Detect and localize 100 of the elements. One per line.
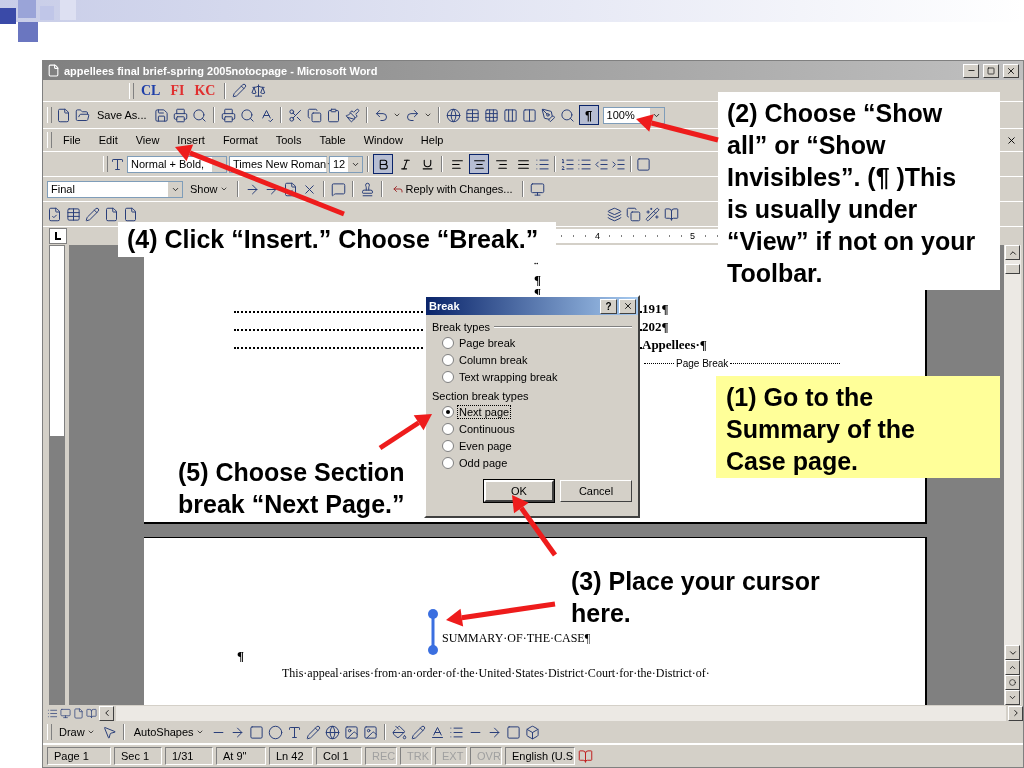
- scales-icon[interactable]: [251, 83, 267, 98]
- menu-item[interactable]: Tools: [268, 133, 309, 147]
- copy-icon[interactable]: [626, 206, 641, 222]
- printer-icon[interactable]: [172, 107, 188, 123]
- show-all-button[interactable]: ¶: [578, 105, 599, 125]
- next-page-icon[interactable]: [1005, 690, 1020, 705]
- text-box-icon[interactable]: [286, 724, 302, 740]
- display-dropdown[interactable]: Final: [47, 180, 183, 198]
- save-icon[interactable]: [153, 107, 169, 123]
- previous-change-icon[interactable]: [244, 181, 260, 197]
- table-icon[interactable]: [464, 107, 480, 123]
- browse-object-icon[interactable]: [1005, 675, 1020, 690]
- comment-icon[interactable]: [330, 181, 346, 197]
- close-icon[interactable]: [619, 298, 636, 314]
- radio-button[interactable]: [442, 423, 454, 435]
- draw-menu-button[interactable]: Draw: [56, 725, 98, 739]
- menu-item[interactable]: Table: [312, 133, 353, 147]
- outdent-icon[interactable]: [594, 156, 609, 172]
- ok-button[interactable]: OK: [484, 480, 554, 502]
- reply-with-changes-button[interactable]: Reply with Changes...: [388, 182, 516, 196]
- close-icon[interactable]: [1003, 63, 1019, 78]
- search-icon[interactable]: [191, 107, 207, 123]
- radio-button[interactable]: [442, 406, 454, 418]
- scroll-thumb[interactable]: [1005, 264, 1020, 274]
- radio-label[interactable]: Even page: [458, 440, 513, 452]
- grid-icon[interactable]: [483, 107, 499, 123]
- menu-item[interactable]: Format: [215, 133, 265, 147]
- radio-label[interactable]: Column break: [458, 354, 529, 366]
- spelling-status-icon[interactable]: [578, 748, 593, 764]
- normal-view-icon[interactable]: [47, 707, 58, 719]
- track-changes-icon[interactable]: [359, 181, 375, 197]
- arrow-style-icon[interactable]: [486, 724, 502, 740]
- indent-icon[interactable]: [611, 156, 626, 172]
- font-size-dropdown[interactable]: 12: [329, 155, 363, 173]
- show-button[interactable]: Show: [187, 182, 231, 196]
- book-icon[interactable]: [664, 206, 679, 222]
- font-dropdown[interactable]: Times New Roman: [229, 155, 327, 173]
- clipboard-icon[interactable]: [325, 107, 341, 123]
- new-document-icon[interactable]: [56, 107, 71, 123]
- font-color-icon[interactable]: [429, 724, 445, 740]
- save-as-button[interactable]: Save As...: [94, 108, 150, 122]
- scroll-track[interactable]: [116, 705, 1006, 721]
- menu-item[interactable]: Edit: [91, 133, 125, 147]
- menu-item[interactable]: View: [128, 133, 167, 147]
- reviewing-pane-icon[interactable]: [529, 181, 545, 197]
- previous-page-icon[interactable]: [1005, 660, 1020, 675]
- web-view-icon[interactable]: [60, 707, 71, 719]
- redo-icon[interactable]: [404, 107, 420, 123]
- radio-button[interactable]: [442, 371, 454, 383]
- print-view-icon[interactable]: [73, 707, 84, 719]
- line-style-icon[interactable]: [448, 724, 464, 740]
- page-icon[interactable]: [123, 206, 138, 222]
- document-map-icon[interactable]: [559, 107, 575, 123]
- tab-selector-icon[interactable]: [49, 228, 67, 244]
- pointer-icon[interactable]: [101, 724, 117, 740]
- numbered-list-icon[interactable]: [560, 156, 575, 172]
- radio-button[interactable]: [442, 457, 454, 469]
- bullet-list-icon[interactable]: [577, 156, 592, 172]
- line-spacing-icon[interactable]: [535, 156, 550, 172]
- paintbrush-icon[interactable]: [344, 107, 360, 123]
- page-icon[interactable]: [104, 206, 119, 222]
- copy-icon[interactable]: [306, 107, 322, 123]
- printer-icon[interactable]: [220, 107, 236, 123]
- radio-label[interactable]: Next page: [458, 406, 511, 418]
- menu-item[interactable]: Window: [356, 133, 410, 147]
- folder-icon[interactable]: [75, 107, 90, 123]
- border-icon[interactable]: [636, 156, 651, 172]
- menu-item[interactable]: Help: [413, 133, 451, 147]
- radio-button[interactable]: [442, 337, 454, 349]
- maximize-icon[interactable]: [983, 63, 999, 78]
- globe-icon[interactable]: [445, 107, 461, 123]
- scroll-up-icon[interactable]: [1005, 245, 1020, 260]
- radio-button[interactable]: [442, 354, 454, 366]
- oval-icon[interactable]: [267, 724, 283, 740]
- help-button[interactable]: ?: [600, 298, 617, 314]
- radio-label[interactable]: Continuous: [458, 423, 516, 435]
- undo-icon[interactable]: [373, 107, 389, 123]
- radio-label[interactable]: Page break: [458, 337, 517, 349]
- spreadsheet-icon[interactable]: [502, 107, 518, 123]
- scissors-icon[interactable]: [287, 107, 303, 123]
- arrow-icon[interactable]: [229, 724, 245, 740]
- minimize-icon[interactable]: [963, 63, 979, 78]
- rectangle-icon[interactable]: [248, 724, 264, 740]
- form-icon[interactable]: [47, 206, 62, 222]
- radio-label[interactable]: Text wrapping break: [458, 371, 559, 383]
- menu-item[interactable]: File: [56, 133, 88, 147]
- scroll-left-icon[interactable]: [99, 705, 114, 721]
- picture-icon[interactable]: [362, 724, 378, 740]
- radio-button[interactable]: [442, 440, 454, 452]
- style-icon[interactable]: [110, 156, 125, 172]
- scroll-right-icon[interactable]: [1008, 705, 1023, 721]
- scroll-down-icon[interactable]: [1005, 645, 1020, 660]
- wand-icon[interactable]: [645, 206, 660, 222]
- pen-icon[interactable]: [232, 83, 248, 98]
- print-preview-icon[interactable]: [239, 107, 255, 123]
- edit-icon[interactable]: [85, 206, 100, 222]
- toolbar-logo[interactable]: CL: [138, 82, 164, 99]
- layers-icon[interactable]: [607, 206, 622, 222]
- line-color-icon[interactable]: [410, 724, 426, 740]
- autoshapes-menu-button[interactable]: AutoShapes: [130, 725, 207, 739]
